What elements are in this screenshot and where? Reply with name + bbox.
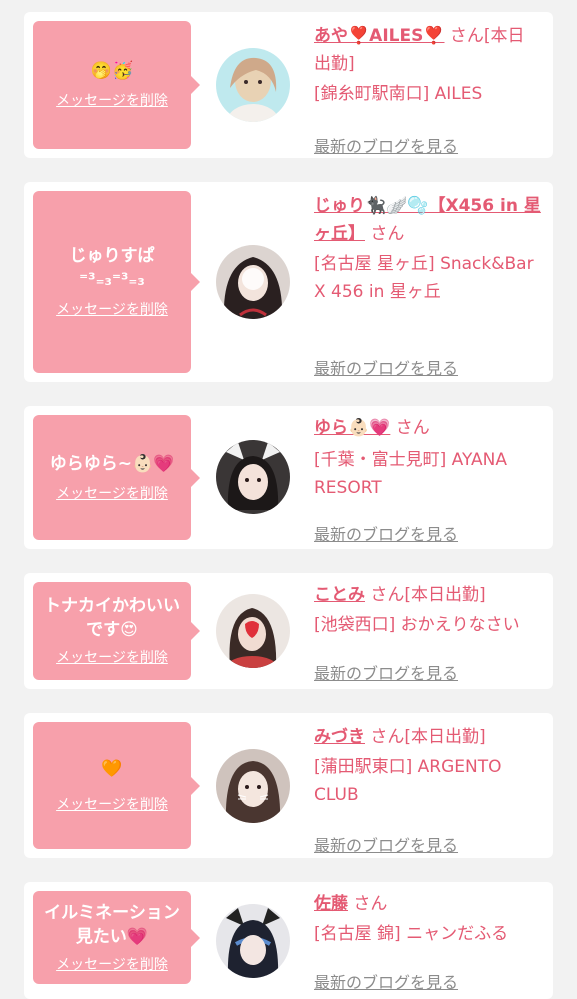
status-text: [本日出勤] — [404, 585, 486, 605]
delete-message-link[interactable]: メッセージを削除 — [56, 955, 168, 975]
message-bubble: 🤭🥳 メッセージを削除 — [33, 21, 200, 149]
delete-message-link[interactable]: メッセージを削除 — [56, 648, 168, 668]
girl-info: みづき さん[本日出勤] [蒲田駅東口] ARGENTO CLUB 最新のブログ… — [314, 723, 541, 855]
message-text: 🤭🥳 — [90, 61, 134, 81]
delete-message-link[interactable]: メッセージを削除 — [56, 795, 168, 815]
message-text: トナカイかわいいです😍 — [44, 596, 180, 640]
message-card: 🤭🥳 メッセージを削除 あや❣️AILES❣️ さん[本日出勤] [錦糸町駅南口… — [24, 12, 553, 158]
message-bubble: トナカイかわいいです😍 メッセージを削除 — [33, 582, 200, 680]
honorific: さん — [370, 585, 405, 605]
message-text: ゆらゆら~👶🏻💗 — [49, 453, 175, 474]
girl-info: ことみ さん[本日出勤] [池袋西口] おかえりなさい 最新のブログを見る — [314, 581, 541, 683]
girl-name-link[interactable]: ゆら👶🏻💗 — [314, 418, 390, 438]
blog-link[interactable]: 最新のブログを見る — [314, 972, 458, 994]
message-text: イルミネーション見たい💗 — [44, 902, 180, 947]
message-bubble: じゅりすぱ ⁼³₌₃⁼³₌₃ メッセージを削除 — [33, 191, 200, 373]
shop-text: [錦糸町駅南口] AILES — [314, 84, 483, 104]
delete-message-link[interactable]: メッセージを削除 — [56, 300, 168, 320]
delete-message-link[interactable]: メッセージを削除 — [56, 91, 168, 111]
avatar[interactable] — [216, 440, 290, 514]
delete-message-link[interactable]: メッセージを削除 — [56, 484, 168, 504]
honorific: さん — [370, 727, 405, 747]
avatar[interactable] — [216, 749, 290, 823]
message-text: じゅりすぱ ⁼³₌₃⁼³₌₃ — [69, 246, 155, 290]
blog-link[interactable]: 最新のブログを見る — [314, 663, 458, 685]
shop-text: [名古屋 星ヶ丘] Snack&Bar X 456 in 星ヶ丘 — [314, 254, 534, 302]
status-text: [本日出勤] — [404, 727, 486, 747]
girl-info: じゅり🐈‍⬛🪽🫧【X456 in 星ヶ丘】 さん [名古屋 星ヶ丘] Snack… — [314, 192, 541, 378]
honorific: さん — [395, 418, 430, 438]
girl-name-link[interactable]: あや❣️AILES❣️ — [314, 26, 445, 46]
avatar[interactable] — [216, 594, 290, 668]
blog-link[interactable]: 最新のブログを見る — [314, 835, 458, 857]
message-card: イルミネーション見たい💗 メッセージを削除 佐藤 さん [名古屋 錦] ニャンだ… — [24, 882, 553, 999]
honorific: さん — [353, 894, 388, 914]
girl-name-link[interactable]: 佐藤 — [314, 894, 348, 914]
honorific: さん — [370, 224, 405, 244]
shop-text: [千葉・富士見町] AYANA RESORT — [314, 450, 508, 498]
blog-link[interactable]: 最新のブログを見る — [314, 524, 458, 546]
girl-name-link[interactable]: ことみ — [314, 585, 365, 605]
blog-link[interactable]: 最新のブログを見る — [314, 136, 458, 158]
message-card: 🧡 メッセージを削除 みづき さん[本日出勤] [蒲田駅東口] ARGENTO … — [24, 713, 553, 858]
avatar[interactable] — [216, 904, 290, 978]
message-bubble: イルミネーション見たい💗 メッセージを削除 — [33, 891, 200, 984]
avatar[interactable] — [216, 245, 290, 319]
girl-name-link[interactable]: じゅり🐈‍⬛🪽🫧【X456 in 星ヶ丘】 — [314, 196, 541, 244]
blog-link[interactable]: 最新のブログを見る — [314, 358, 458, 380]
shop-text: [蒲田駅東口] ARGENTO CLUB — [314, 757, 502, 805]
girl-info: あや❣️AILES❣️ さん[本日出勤] [錦糸町駅南口] AILES 最新のブ… — [314, 22, 541, 156]
message-card: ゆらゆら~👶🏻💗 メッセージを削除 ゆら👶🏻💗 さん [千葉・富士見町] AYA… — [24, 406, 553, 549]
honorific: さん — [449, 26, 484, 46]
message-card: じゅりすぱ ⁼³₌₃⁼³₌₃ メッセージを削除 じゅり🐈‍⬛🪽🫧【X456 in… — [24, 182, 553, 382]
message-card: トナカイかわいいです😍 メッセージを削除 ことみ さん[本日出勤] [池袋西口]… — [24, 573, 553, 689]
shop-text: [名古屋 錦] ニャンだふる — [314, 924, 509, 944]
girl-info: 佐藤 さん [名古屋 錦] ニャンだふる 最新のブログを見る — [314, 890, 541, 992]
avatar[interactable] — [216, 48, 290, 122]
message-list: 🤭🥳 メッセージを削除 あや❣️AILES❣️ さん[本日出勤] [錦糸町駅南口… — [0, 0, 577, 999]
message-text: 🧡 — [101, 758, 123, 779]
shop-text: [池袋西口] おかえりなさい — [314, 615, 520, 635]
girl-name-link[interactable]: みづき — [314, 727, 365, 747]
girl-info: ゆら👶🏻💗 さん [千葉・富士見町] AYANA RESORT 最新のブログを見… — [314, 414, 541, 544]
message-bubble: ゆらゆら~👶🏻💗 メッセージを削除 — [33, 415, 200, 540]
message-bubble: 🧡 メッセージを削除 — [33, 722, 200, 849]
